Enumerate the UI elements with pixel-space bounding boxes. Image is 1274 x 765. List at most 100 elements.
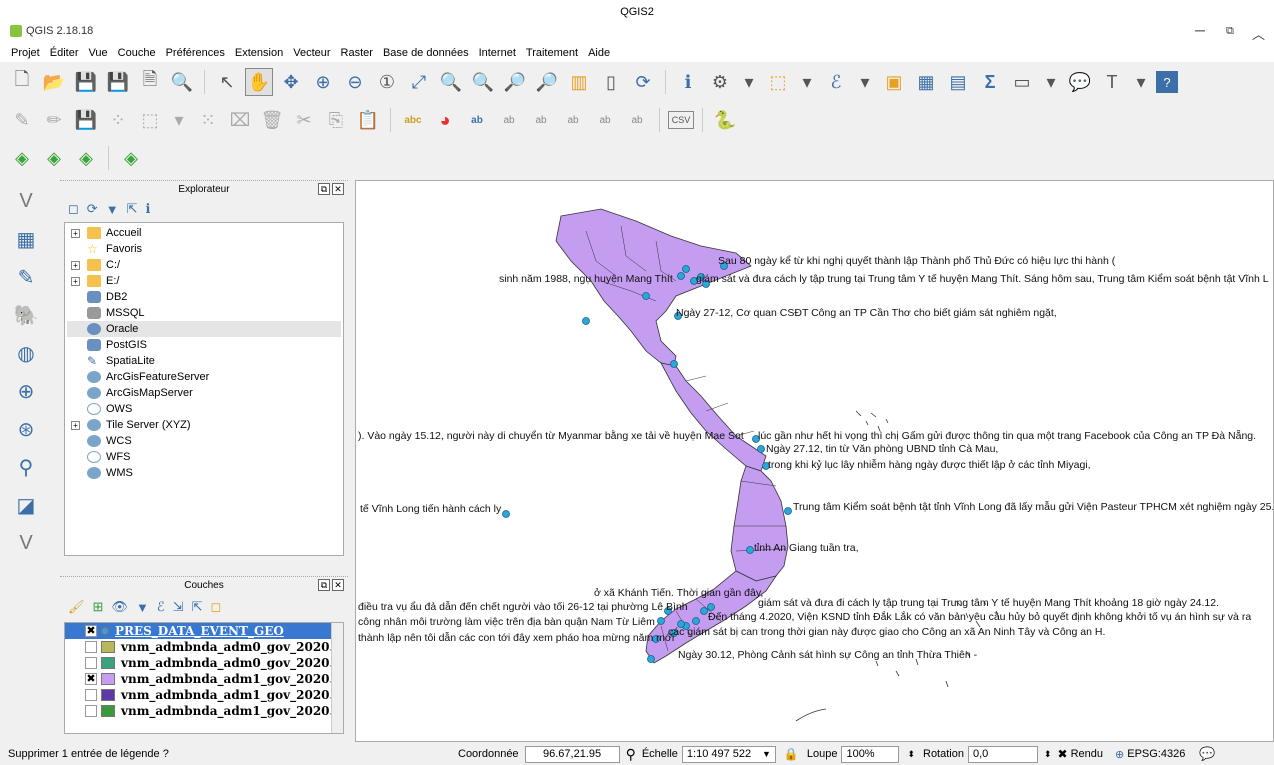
save-edits-icon[interactable]: 💾 <box>72 106 100 134</box>
lock-icon[interactable]: 🔒 <box>784 747 799 761</box>
zoom-last-icon[interactable]: 🔎 <box>501 68 529 96</box>
collapse-all-icon[interactable]: ⇱ <box>192 599 203 615</box>
filter-expression-icon[interactable]: ℰ <box>157 599 165 615</box>
restore-icon[interactable]: ⧉ <box>1226 25 1234 38</box>
plugin-icon[interactable]: ◈ <box>8 144 36 172</box>
current-edits-icon[interactable]: ✎ <box>8 106 36 134</box>
tree-item-ows[interactable]: OWS <box>67 401 341 417</box>
show-bookmarks-icon[interactable]: ▯ <box>597 68 625 96</box>
zoom-full-icon[interactable]: ⤢ <box>405 68 433 96</box>
scale-field[interactable]: 1:10 497 522 ▼ <box>681 745 776 763</box>
map-tips-icon[interactable]: 💬 <box>1066 68 1094 96</box>
close-icon[interactable]: ✕ <box>332 183 344 195</box>
add-wfs-layer-icon[interactable]: ⚲ <box>8 450 44 484</box>
new-print-composer-icon[interactable]: 🗎 <box>136 68 164 96</box>
trash-icon[interactable]: 🗑 <box>258 106 286 134</box>
layer-row[interactable]: vnm_admbnda_adm0_gov_2020... <box>65 639 343 655</box>
measure-icon[interactable]: ▭ <box>1008 68 1036 96</box>
stepper-icon[interactable]: ⬍ <box>1044 749 1052 760</box>
show-hide-labels-icon[interactable]: ab <box>527 106 555 134</box>
layer-checkbox[interactable] <box>85 657 97 669</box>
tree-item-wms[interactable]: WMS <box>67 465 341 481</box>
rotation-field[interactable]: 0,0 <box>967 745 1038 763</box>
minimize-icon[interactable]: ─ <box>1195 22 1205 38</box>
add-wcs-layer-icon[interactable]: ⊛ <box>8 412 44 446</box>
crs-globe-icon[interactable]: ⊕ <box>1115 748 1124 761</box>
add-postgis-layer-icon[interactable]: 🐘 <box>8 298 44 332</box>
touch-zoom-icon[interactable]: ↖ <box>213 68 241 96</box>
layer-row[interactable]: ✖ vnm_admbnda_adm1_gov_2020... <box>65 671 343 687</box>
move-feature-icon[interactable]: ⬚ <box>136 106 164 134</box>
tree-item-spatialite[interactable]: ✎ SpatiaLite <box>67 353 341 369</box>
change-label-icon[interactable]: ab <box>623 106 651 134</box>
layer-checkbox[interactable] <box>85 705 97 717</box>
menu-raster[interactable]: Raster <box>336 47 378 59</box>
chevron-down-icon[interactable]: ▾ <box>796 68 818 96</box>
tree-item-arcgis-feature[interactable]: ArcGisFeatureServer <box>67 369 341 385</box>
float-icon[interactable]: ⧉ <box>318 579 330 591</box>
layer-row[interactable]: vnm_admbnda_adm1_gov_2020... <box>65 687 343 703</box>
text-annotation-icon[interactable]: T <box>1098 68 1126 96</box>
mouse-coord-toggle-icon[interactable]: ⚲ <box>626 746 636 763</box>
add-virtual-layer-icon[interactable]: ◪ <box>8 488 44 522</box>
chevron-down-icon[interactable]: ▼ <box>762 749 771 759</box>
add-delimited-text-icon[interactable]: ✎ <box>8 260 44 294</box>
filter-icon[interactable]: ▼ <box>106 202 119 217</box>
tree-item-mssql[interactable]: MSSQL <box>67 305 341 321</box>
save-project-icon[interactable]: 💾 <box>72 68 100 96</box>
zoom-native-icon[interactable]: ① <box>373 68 401 96</box>
menu-editer[interactable]: Éditer <box>45 47 84 59</box>
layer-row[interactable]: vnm_admbnda_adm1_gov_2020... <box>65 703 343 719</box>
refresh-icon[interactable]: ⟳ <box>629 68 657 96</box>
tree-item-wfs[interactable]: WFS <box>67 449 341 465</box>
map-canvas[interactable]: Sau 80 ngày kể từ khi nghị quyết thành l… <box>355 180 1274 742</box>
identify-icon[interactable]: ℹ <box>674 68 702 96</box>
add-wms-layer-icon[interactable]: ⊕ <box>8 374 44 408</box>
layer-checkbox[interactable]: ✖ <box>85 625 97 637</box>
select-by-expression-icon[interactable]: ℰ <box>822 68 850 96</box>
open-project-icon[interactable]: 📂 <box>40 68 68 96</box>
attribute-table-icon[interactable]: ▦ <box>912 68 940 96</box>
layers-scrollbar[interactable] <box>331 623 343 733</box>
menu-internet[interactable]: Internet <box>474 47 521 59</box>
label-toolbar-icon[interactable]: abc <box>399 106 427 134</box>
layer-checkbox[interactable] <box>85 689 97 701</box>
help-icon[interactable]: ? <box>1156 71 1178 93</box>
chevron-up-icon[interactable]: ︿ <box>1252 24 1265 43</box>
crs-label[interactable]: EPSG:4326 <box>1127 748 1185 760</box>
csv-icon[interactable]: CSV <box>668 111 694 129</box>
menu-traitement[interactable]: Traitement <box>521 47 583 59</box>
menu-extension[interactable]: Extension <box>230 47 288 59</box>
statistics-icon[interactable]: Σ <box>976 68 1004 96</box>
tree-item-postgis[interactable]: PostGIS <box>67 337 341 353</box>
zoom-in-icon[interactable]: ⊕ <box>309 68 337 96</box>
run-action-icon[interactable]: ⚙ <box>706 68 734 96</box>
toggle-editing-icon[interactable]: ✏ <box>40 106 68 134</box>
zoom-next-icon[interactable]: 🔎 <box>533 68 561 96</box>
save-as-icon[interactable]: 💾 <box>104 68 132 96</box>
expand-all-icon[interactable]: ⇲ <box>173 599 184 615</box>
menu-couche[interactable]: Couche <box>113 47 161 59</box>
menu-aide[interactable]: Aide <box>583 47 615 59</box>
select-features-icon[interactable]: ⬚ <box>764 68 792 96</box>
tree-item-c-drive[interactable]: + C:/ <box>67 257 341 273</box>
style-brush-icon[interactable]: 🖌 <box>68 599 85 615</box>
menu-base-de-donnees[interactable]: Base de données <box>378 47 474 59</box>
menu-vue[interactable]: Vue <box>84 47 113 59</box>
tree-item-db2[interactable]: DB2 <box>67 289 341 305</box>
tree-item-oracle[interactable]: Oracle <box>67 321 341 337</box>
new-bookmark-icon[interactable]: ▥ <box>565 68 593 96</box>
float-icon[interactable]: ⧉ <box>318 183 330 195</box>
zoom-field[interactable]: 100% <box>841 745 900 763</box>
properties-icon[interactable]: ℹ <box>145 201 150 217</box>
plugin-icon[interactable]: ◈ <box>72 144 100 172</box>
collapse-all-icon[interactable]: ⇱ <box>127 201 138 217</box>
tree-item-wcs[interactable]: WCS <box>67 433 341 449</box>
add-selected-icon[interactable]: ◻ <box>68 201 79 217</box>
chevron-down-icon[interactable]: ▾ <box>738 68 760 96</box>
menu-vecteur[interactable]: Vecteur <box>288 47 335 59</box>
chevron-down-icon[interactable]: ▾ <box>1130 68 1152 96</box>
tree-item-tile-server[interactable]: + Tile Server (XYZ) <box>67 417 341 433</box>
add-vector-layer-icon[interactable]: V <box>8 184 44 218</box>
pan-to-selection-icon[interactable]: ✥ <box>277 68 305 96</box>
